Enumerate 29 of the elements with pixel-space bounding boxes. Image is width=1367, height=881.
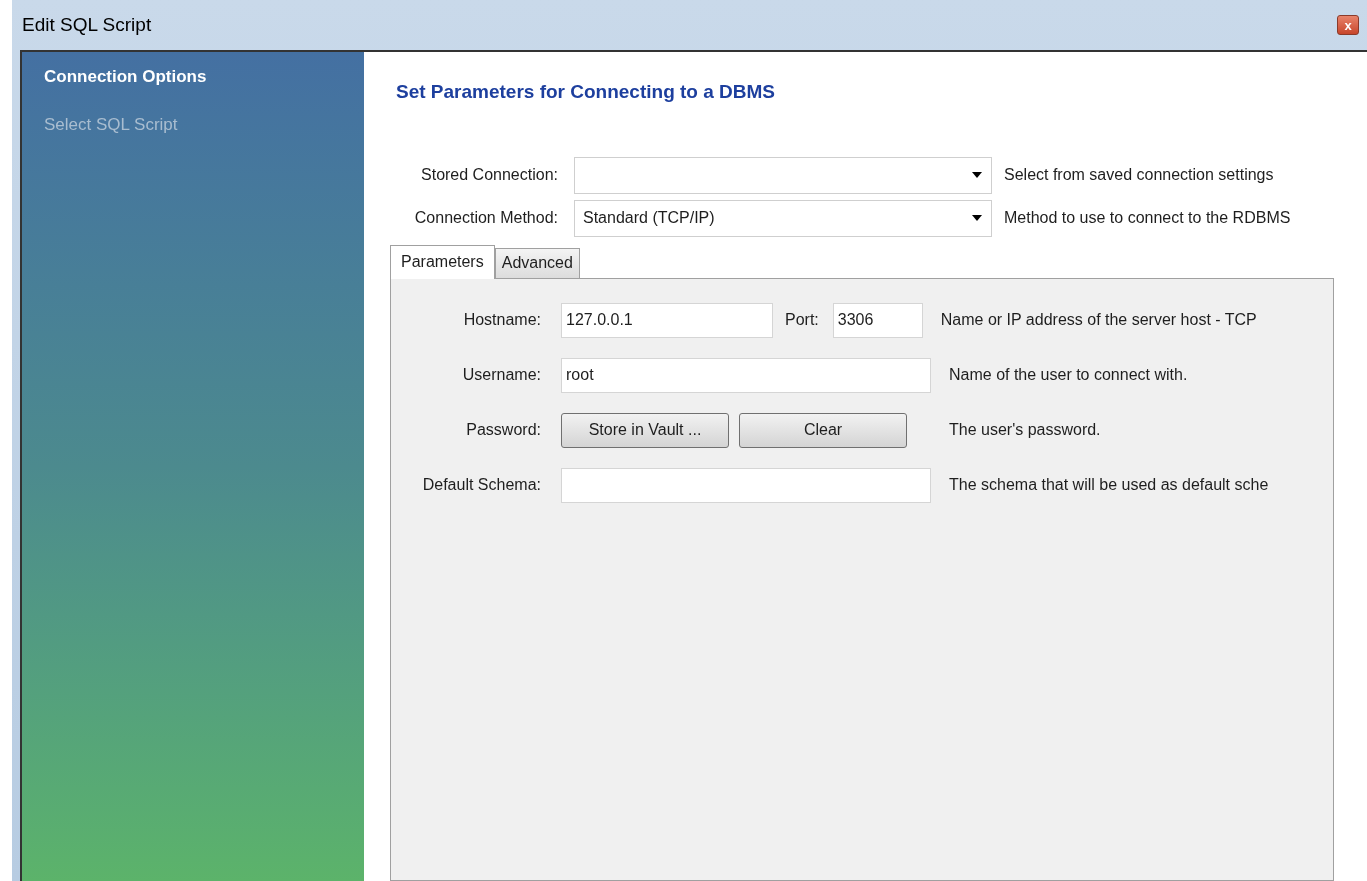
tab[interactable]: Parameters [390, 244, 495, 279]
field-label: Connection Method: [413, 208, 559, 228]
field-hint: The schema that will be used as default sche [948, 475, 1269, 495]
sidebar-item[interactable]: Connection Options [44, 64, 364, 90]
field-hint: Method to use to connect to the RDBMS [1003, 208, 1291, 228]
close-button[interactable]: x [1337, 15, 1359, 35]
window-title: Edit SQL Script [21, 12, 152, 37]
dropdown[interactable]: Standard (TCP/IP) [574, 199, 992, 237]
push-button[interactable]: Store in Vault ... [561, 412, 729, 448]
input-field[interactable]: 3306 [832, 302, 923, 338]
input-field[interactable]: root [561, 357, 931, 393]
push-button[interactable]: Clear [739, 412, 907, 448]
field-label: Default Schema: [421, 475, 542, 495]
caret-icon [971, 171, 983, 179]
input-field[interactable] [561, 467, 931, 503]
page-heading: Set Parameters for Connecting to a DBMS [396, 80, 777, 104]
field-label: Username: [461, 365, 542, 385]
field-label: Hostname: [462, 310, 542, 330]
tab[interactable]: Advanced [494, 247, 580, 278]
field-label: Stored Connection: [420, 165, 559, 185]
field-hint: Name or IP address of the server host - TCP [939, 310, 1257, 330]
field-label: Port: [784, 310, 820, 330]
caret-icon [971, 214, 983, 222]
input-field[interactable]: 127.0.0.1 [561, 302, 773, 338]
field-hint: The user's password. [948, 420, 1101, 440]
field-hint: Name of the user to connect with. [948, 365, 1188, 385]
dropdown[interactable] [574, 156, 992, 194]
field-label: Password: [465, 420, 542, 440]
field-hint: Select from saved connection settings [1003, 165, 1274, 185]
